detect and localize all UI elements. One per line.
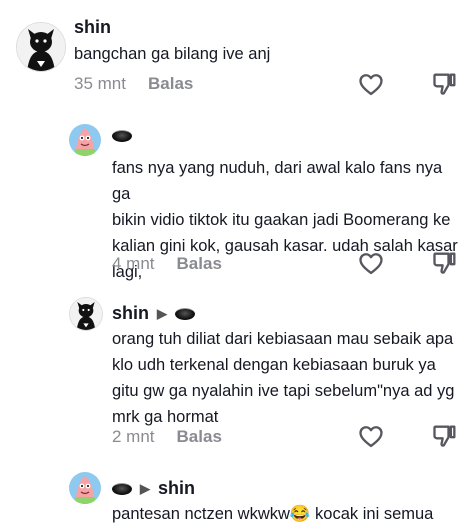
patrick-avatar-icon xyxy=(69,124,101,156)
comment-time: 35 mnt xyxy=(74,74,126,93)
reply-arrow-icon: ▶ xyxy=(140,480,150,496)
dislike-thumb-icon[interactable] xyxy=(431,422,459,450)
comment-text: bangchan ga bilang ive anj xyxy=(74,45,271,63)
comment-2: fans nya yang nuduh, dari awal kalo fans… xyxy=(0,110,474,285)
black-dog-avatar-icon xyxy=(17,23,65,71)
comment-meta: 35 mnt Balas xyxy=(74,74,193,94)
username-text[interactable]: shin xyxy=(74,17,111,38)
comment-4: ▶ shin pantesan nctzen wkwkw😂 kocak ini … xyxy=(0,460,474,523)
avatar[interactable] xyxy=(69,124,101,156)
reply-arrow-icon: ▶ xyxy=(157,305,168,321)
black-dot-emoji-icon xyxy=(112,130,132,142)
black-dot-emoji-icon xyxy=(175,307,196,320)
comment-text: orang tuh diliat dari kebiasaan mau seba… xyxy=(112,330,455,426)
dislike-thumb-icon[interactable] xyxy=(431,249,459,277)
reply-button[interactable]: Balas xyxy=(177,254,222,274)
comment-username[interactable]: shin xyxy=(74,17,111,38)
comment-meta: 2 mnt Balas xyxy=(112,427,222,447)
comment-meta: 4 mnt Balas xyxy=(112,254,222,274)
reply-to-username[interactable]: shin xyxy=(158,478,195,499)
comment-text: pantesan nctzen wkwkw😂 kocak ini semua xyxy=(112,505,434,523)
black-dot-emoji-icon xyxy=(112,482,132,495)
comment-time: 2 mnt xyxy=(112,427,155,446)
dislike-thumb-icon[interactable] xyxy=(431,70,459,98)
like-heart-icon[interactable] xyxy=(357,422,385,450)
avatar[interactable] xyxy=(69,297,103,331)
comment-3: shin ▶ orang tuh diliat dari kebiasaan m… xyxy=(0,285,474,460)
comment-username[interactable]: ▶ shin xyxy=(112,478,195,499)
like-heart-icon[interactable] xyxy=(357,70,385,98)
comment-username[interactable]: shin ▶ xyxy=(112,303,196,324)
comment-1: shin bangchan ga bilang ive anj 35 mnt B… xyxy=(0,0,474,110)
comment-username[interactable] xyxy=(112,130,132,142)
avatar[interactable] xyxy=(69,472,101,504)
reply-button[interactable]: Balas xyxy=(148,74,193,94)
like-heart-icon[interactable] xyxy=(357,249,385,277)
reply-button[interactable]: Balas xyxy=(177,427,222,447)
avatar[interactable] xyxy=(16,22,66,72)
username-text[interactable]: shin xyxy=(112,303,149,324)
comment-time: 4 mnt xyxy=(112,254,155,273)
black-dog-avatar-icon xyxy=(70,298,102,330)
patrick-avatar-icon xyxy=(69,472,101,504)
